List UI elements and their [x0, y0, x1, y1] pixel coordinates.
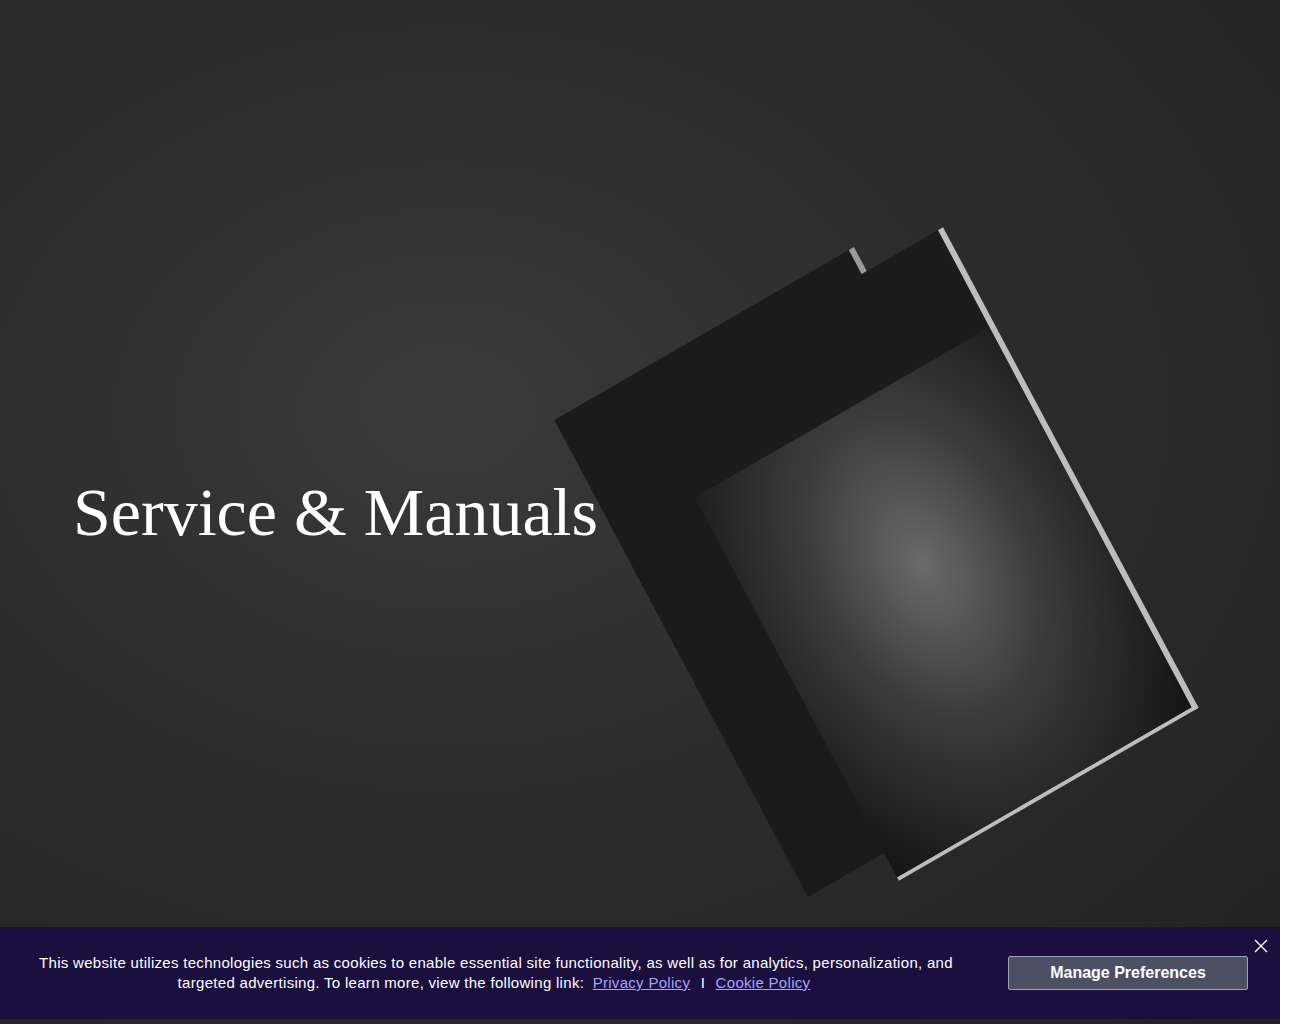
manage-preferences-button[interactable]: Manage Preferences [1008, 956, 1248, 990]
cookie-policy-link[interactable]: Cookie Policy [716, 974, 811, 991]
privacy-policy-link[interactable]: Privacy Policy [593, 974, 691, 991]
cookie-message: This website utilizes technologies such … [24, 953, 968, 993]
page: Service & Manuals This website utilizes … [0, 0, 1280, 1024]
close-icon [1254, 939, 1268, 953]
cookie-banner: This website utilizes technologies such … [0, 927, 1280, 1019]
hero: Service & Manuals [0, 0, 1280, 1024]
close-button[interactable] [1252, 937, 1270, 955]
hero-title: Service & Manuals [73, 473, 598, 552]
manuals-image [598, 262, 1198, 962]
link-separator: I [701, 974, 705, 991]
